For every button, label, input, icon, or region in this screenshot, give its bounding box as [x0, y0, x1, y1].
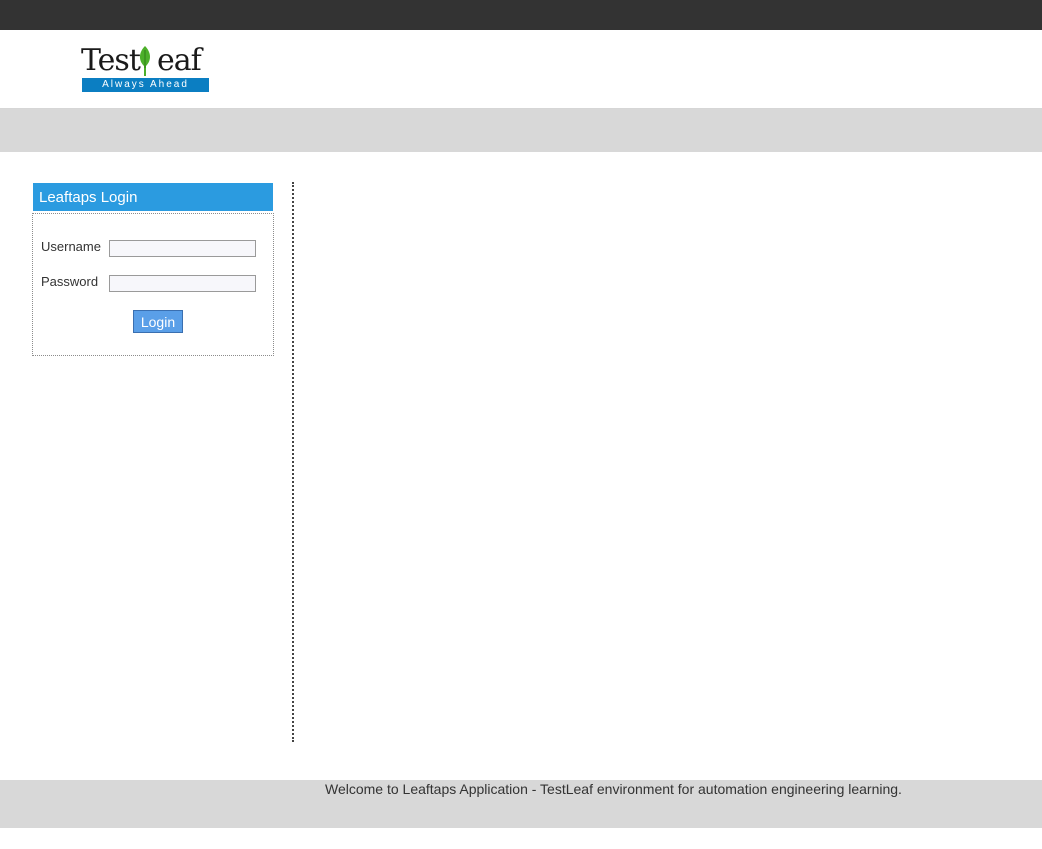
- password-label: Password: [41, 274, 99, 289]
- nav-bar: [0, 109, 1042, 152]
- login-form: Username Password Login: [32, 213, 274, 356]
- footer: Welcome to Leaftaps Application - TestLe…: [0, 780, 1042, 828]
- username-label: Username: [41, 239, 101, 254]
- top-bar: [0, 0, 1042, 30]
- footer-welcome-text: Welcome to Leaftaps Application - TestLe…: [325, 781, 902, 797]
- logo-tagline: Always Ahead: [82, 78, 209, 92]
- login-panel: Leaftaps Login Username Password Login: [32, 182, 274, 356]
- header: Test eaf Always Ahead: [0, 30, 1042, 109]
- password-input[interactable]: [109, 275, 256, 292]
- login-panel-title: Leaftaps Login: [32, 182, 274, 212]
- login-button[interactable]: Login: [133, 310, 183, 333]
- username-input[interactable]: [109, 240, 256, 257]
- vertical-divider: [292, 182, 294, 742]
- testleaf-logo: Test eaf Always Ahead: [81, 44, 211, 94]
- leaf-icon: [139, 46, 151, 76]
